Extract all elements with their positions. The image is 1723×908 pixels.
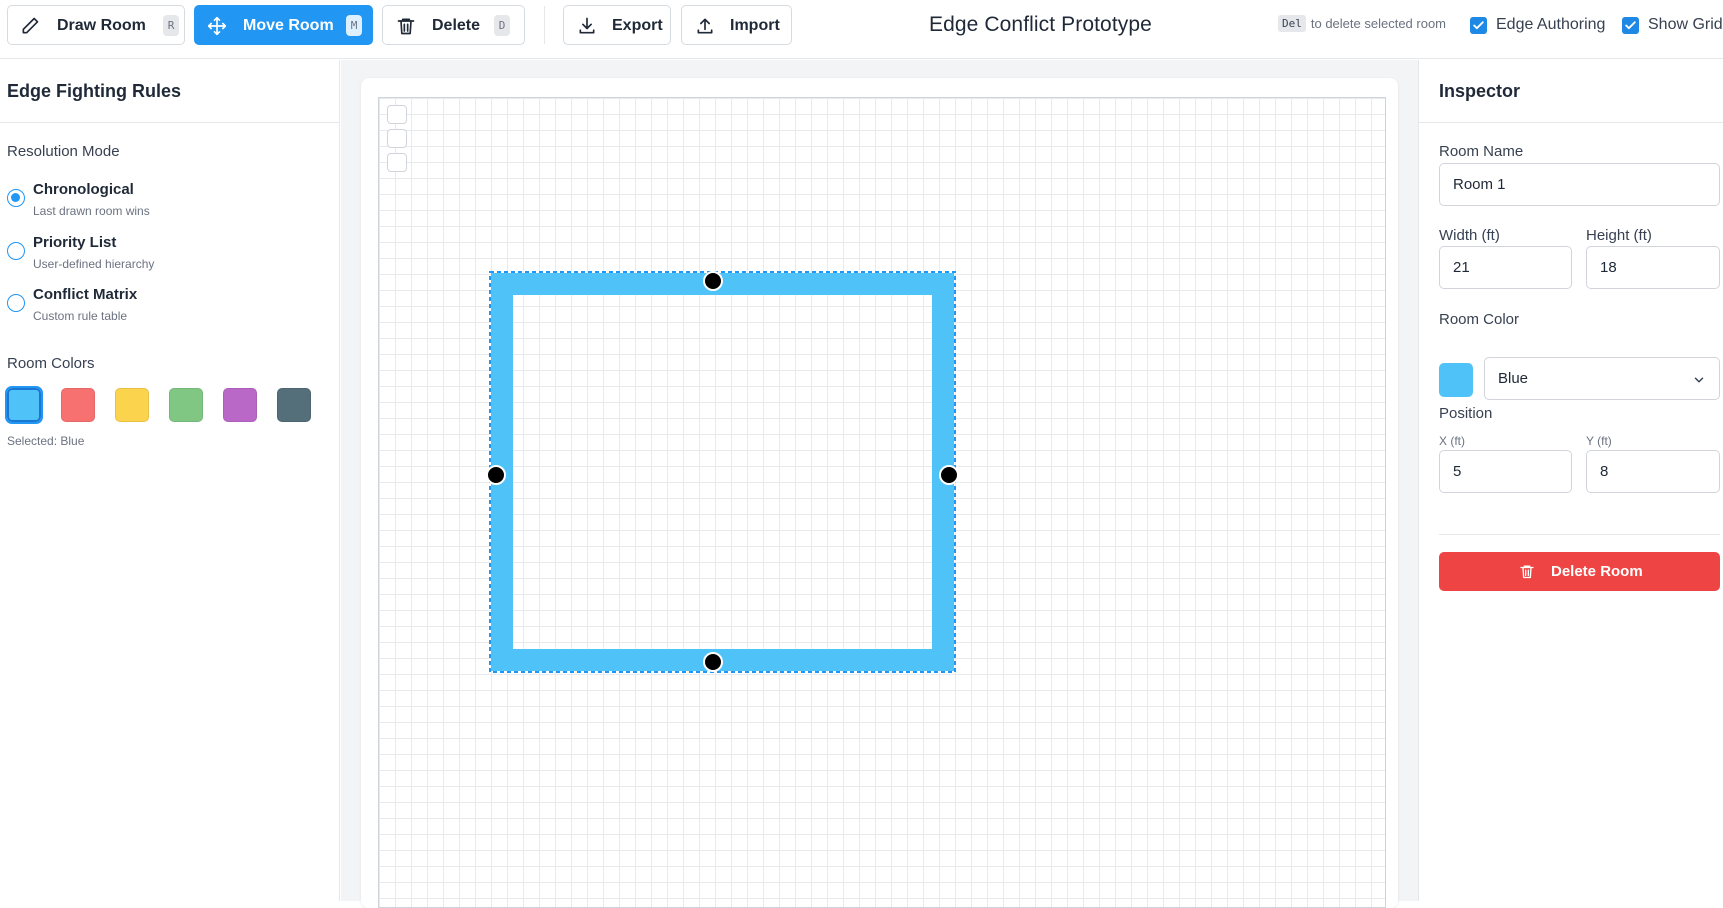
room-walls[interactable]	[491, 273, 954, 671]
selection-outline	[489, 271, 956, 673]
room-name-label: Room Name	[1439, 143, 1524, 160]
move-room-button[interactable]: Move Room M	[194, 5, 373, 45]
upload-icon	[697, 18, 713, 34]
mini-tool-button[interactable]	[387, 105, 407, 124]
color-swatch-slate[interactable]	[277, 388, 311, 422]
check-icon	[1625, 20, 1636, 29]
export-button[interactable]: Export	[563, 5, 671, 45]
room-name-input[interactable]: Room 1	[1439, 163, 1720, 206]
delete-hint-text: to delete selected room	[1310, 16, 1447, 31]
resolution-mode-label: Resolution Mode	[7, 143, 120, 160]
mini-tool-button[interactable]	[387, 153, 407, 172]
room-color-select[interactable]: Blue	[1484, 357, 1720, 400]
color-swatch-red[interactable]	[61, 388, 95, 422]
mode-title: Conflict Matrix	[33, 286, 138, 303]
edge-authoring-checkbox[interactable]	[1470, 16, 1487, 34]
room-shape[interactable]	[489, 271, 956, 673]
edge-authoring-toggle[interactable]: Edge Authoring	[1470, 16, 1605, 34]
mode-radio-chronological[interactable]	[7, 189, 25, 207]
position-label: Position	[1439, 405, 1493, 422]
pencil-icon	[22, 17, 39, 34]
rules-header: Edge Fighting Rules	[0, 60, 340, 123]
check-icon	[1473, 20, 1484, 29]
delete-tool-button[interactable]: Delete D	[382, 5, 525, 45]
color-swatch-green[interactable]	[169, 388, 203, 422]
mode-subtitle: Last drawn room wins	[33, 204, 150, 218]
y-label: Y (ft)	[1586, 434, 1612, 448]
edge-authoring-label: Edge Authoring	[1496, 16, 1606, 33]
delete-room-button[interactable]: Delete Room	[1439, 552, 1720, 591]
inspector-header: Inspector	[1419, 60, 1723, 123]
width-label: Width (ft)	[1439, 227, 1500, 244]
mode-title: Chronological	[33, 181, 134, 198]
draw-room-button[interactable]: Draw Room R	[7, 5, 185, 45]
width-input[interactable]: 21	[1439, 246, 1572, 289]
toolbar: Draw Room R Move Room M Delete D Export …	[0, 0, 1723, 59]
download-icon	[579, 17, 595, 34]
height-input[interactable]: 18	[1586, 246, 1720, 289]
floor-grid[interactable]	[378, 97, 1386, 908]
room-color-value: Blue	[1498, 370, 1529, 387]
inspector-panel: Inspector Room Name Room 1 Width (ft) 21…	[1418, 60, 1723, 901]
delete-hint: Del to delete selected room	[1278, 15, 1446, 32]
delete-hint-key: Del	[1278, 15, 1306, 32]
room-color-preview	[1439, 363, 1473, 397]
selected-color-text: Selected: Blue	[7, 434, 85, 448]
mini-tool-button[interactable]	[387, 129, 407, 148]
canvas-card	[361, 78, 1398, 908]
draw-room-shortcut: R	[163, 15, 179, 36]
toolbar-divider	[544, 6, 545, 44]
export-label: Export	[612, 17, 663, 34]
room-color-label: Room Color	[1439, 311, 1520, 328]
mode-subtitle: Custom rule table	[33, 309, 128, 323]
x-input[interactable]: 5	[1439, 450, 1572, 493]
edge-handle-bottom[interactable]	[703, 652, 723, 672]
app-title: Edge Conflict Prototype	[929, 13, 1152, 36]
color-swatch-blue[interactable]	[5, 386, 43, 424]
delete-tool-shortcut: D	[494, 15, 510, 36]
chevron-down-icon	[1694, 377, 1704, 383]
color-swatch-yellow[interactable]	[115, 388, 149, 422]
edge-handle-right[interactable]	[939, 465, 959, 485]
mode-subtitle: User-defined hierarchy	[33, 257, 155, 271]
mode-title: Priority List	[33, 234, 117, 251]
show-grid-checkbox[interactable]	[1622, 16, 1639, 34]
delete-tool-label: Delete	[432, 17, 481, 34]
show-grid-toggle[interactable]: Show Grid	[1622, 16, 1723, 34]
x-label: X (ft)	[1439, 434, 1465, 448]
height-label: Height (ft)	[1586, 227, 1652, 244]
edge-handle-top[interactable]	[703, 271, 723, 291]
move-room-label: Move Room	[243, 17, 334, 34]
trash-icon	[1520, 565, 1534, 579]
inspector-divider	[1439, 534, 1720, 535]
y-input[interactable]: 8	[1586, 450, 1720, 493]
rules-sidebar: Edge Fighting Rules Resolution Mode Chro…	[0, 60, 340, 901]
import-label: Import	[730, 17, 780, 34]
import-button[interactable]: Import	[681, 5, 792, 45]
show-grid-label: Show Grid	[1648, 16, 1723, 33]
delete-room-label: Delete Room	[1551, 563, 1643, 580]
mode-radio-priority-list[interactable]	[7, 242, 25, 260]
draw-room-label: Draw Room	[57, 17, 146, 34]
room-colors-label: Room Colors	[7, 355, 95, 372]
move-room-shortcut: M	[346, 15, 362, 36]
rules-title: Edge Fighting Rules	[7, 81, 181, 101]
color-swatch-purple[interactable]	[223, 388, 257, 422]
canvas-area	[341, 60, 1418, 908]
move-icon	[207, 16, 227, 36]
edge-handle-left[interactable]	[486, 465, 506, 485]
inspector-title: Inspector	[1439, 81, 1521, 101]
mode-radio-conflict-matrix[interactable]	[7, 294, 25, 312]
trash-icon	[397, 18, 415, 35]
